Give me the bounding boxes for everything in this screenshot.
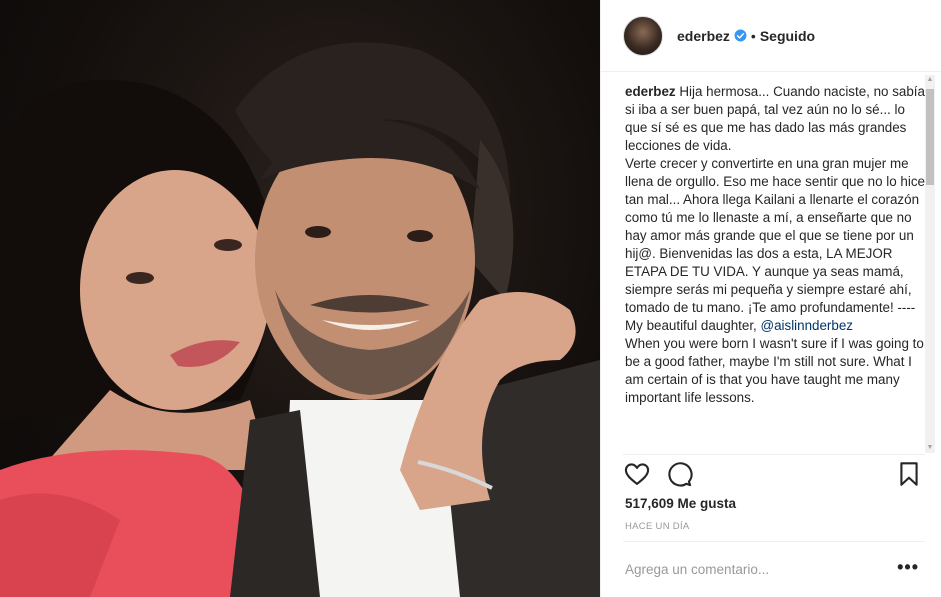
follow-status-button[interactable]: Seguido [760,28,815,44]
header-info: ederbez • Seguido [677,28,815,44]
divider [623,541,925,542]
bookmark-icon [900,462,918,486]
divider [623,454,925,455]
caption-area: ederbez Hija hermosa... Cuando naciste, … [601,73,941,454]
comment-form: ••• [625,558,925,580]
post-side-panel: ederbez • Seguido ederbez Hija hermosa..… [600,0,941,597]
scroll-down-arrow-icon[interactable]: ▼ [925,443,935,453]
instagram-post: ederbez • Seguido ederbez Hija hermosa..… [0,0,941,597]
caption-username[interactable]: ederbez [625,84,676,99]
comment-input[interactable] [625,561,885,577]
caption-scrollbar[interactable]: ▲ ▼ [925,75,935,453]
caption-text-part2: When you were born I wasn't sure if I wa… [625,336,924,405]
more-options-button[interactable]: ••• [897,558,919,576]
avatar[interactable] [623,15,663,56]
scroll-up-arrow-icon[interactable]: ▲ [925,75,935,85]
scrollbar-thumb[interactable] [926,89,934,185]
photo-illustration [0,42,600,597]
caption-mention-link[interactable]: @aislinnderbez [760,318,853,333]
verified-badge-icon [734,29,747,42]
header-username[interactable]: ederbez [677,28,730,44]
comment-icon [668,462,693,487]
action-bar [623,460,923,488]
heart-icon [624,463,650,485]
post-header: ederbez • Seguido [601,0,941,72]
comment-button[interactable] [665,460,693,488]
header-separator: • [750,27,756,44]
caption: ederbez Hija hermosa... Cuando naciste, … [625,83,925,407]
likes-count[interactable]: 517,609 Me gusta [625,496,736,511]
like-button[interactable] [623,460,651,488]
caption-text-part1: Hija hermosa... Cuando naciste, no sabía… [625,84,925,333]
save-button[interactable] [895,460,923,488]
post-photo[interactable] [0,0,600,597]
post-timestamp[interactable]: Hace un día [625,521,690,532]
